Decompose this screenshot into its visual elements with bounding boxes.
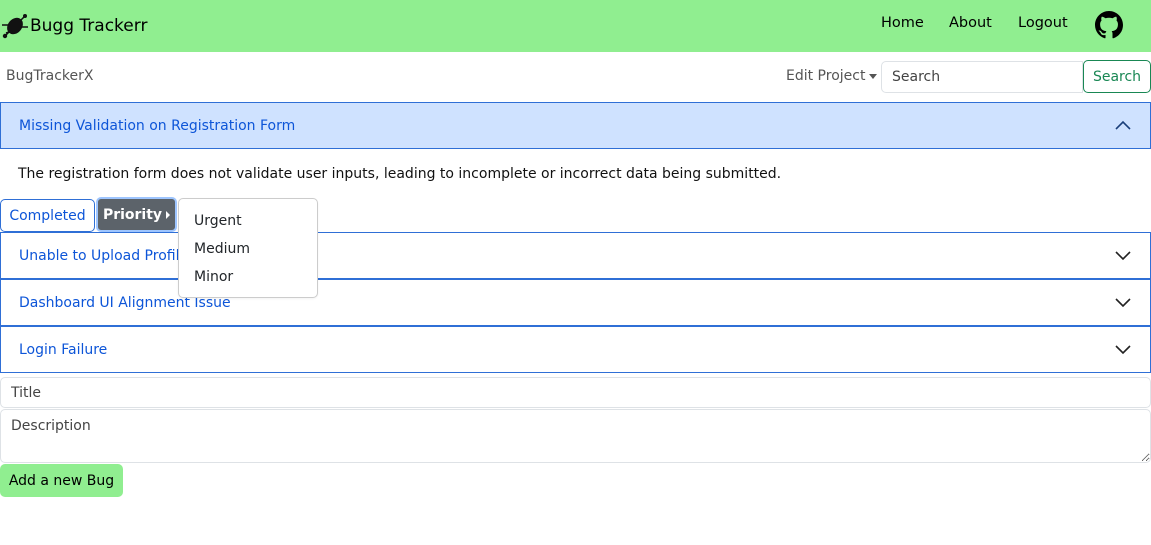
chevron-up-icon [1115, 120, 1131, 130]
caret-right-icon [166, 210, 171, 219]
chevron-down-icon [1115, 298, 1131, 308]
search-input[interactable] [881, 61, 1083, 93]
edit-project-dropdown[interactable]: Edit Project [786, 68, 878, 84]
bug-accordion-header[interactable]: Dashboard UI Alignment Issue [0, 279, 1151, 326]
bug-accordion-header[interactable]: Login Failure [0, 326, 1151, 373]
nav-link-logout[interactable]: Logout [1018, 15, 1068, 31]
priority-dropdown-menu: Urgent Medium Minor [178, 198, 318, 298]
chevron-down-icon [1115, 251, 1131, 261]
brand-name: Bugg Trackerr [30, 16, 148, 36]
bug-title: Missing Validation on Registration Form [19, 117, 296, 134]
chevron-down-icon [1115, 345, 1131, 355]
brand[interactable]: Bugg Trackerr [0, 11, 147, 41]
caret-down-icon [869, 74, 878, 79]
bug-accordion-header[interactable]: Unable to Upload Profile [0, 232, 1151, 279]
add-bug-button[interactable]: Add a new Bug [0, 464, 123, 497]
priority-option-medium[interactable]: Medium [194, 241, 250, 257]
completed-button[interactable]: Completed [0, 199, 95, 232]
edit-project-label: Edit Project [786, 68, 866, 84]
search-button[interactable]: Search [1083, 60, 1151, 93]
bug-title: Login Failure [19, 341, 108, 358]
project-bar: BugTrackerX Edit Project Search [0, 52, 1151, 102]
priority-dropdown-button[interactable]: Priority [96, 197, 177, 232]
project-name: BugTrackerX [6, 68, 94, 84]
bug-title: Unable to Upload Profile [19, 247, 189, 264]
priority-label: Priority [102, 206, 163, 223]
priority-option-urgent[interactable]: Urgent [194, 213, 242, 229]
description-textarea[interactable] [0, 409, 1151, 463]
top-navbar: Bugg Trackerr Home About Logout [0, 0, 1151, 52]
bug-logo-icon [2, 14, 28, 39]
bug-accordion-header[interactable]: Missing Validation on Registration Form [0, 102, 1151, 149]
priority-option-minor[interactable]: Minor [194, 269, 233, 285]
github-icon[interactable] [1095, 11, 1123, 39]
bug-description: The registration form does not validate … [18, 166, 782, 182]
nav-link-about[interactable]: About [949, 15, 992, 31]
title-input[interactable] [0, 377, 1151, 408]
nav-link-home[interactable]: Home [881, 15, 924, 31]
